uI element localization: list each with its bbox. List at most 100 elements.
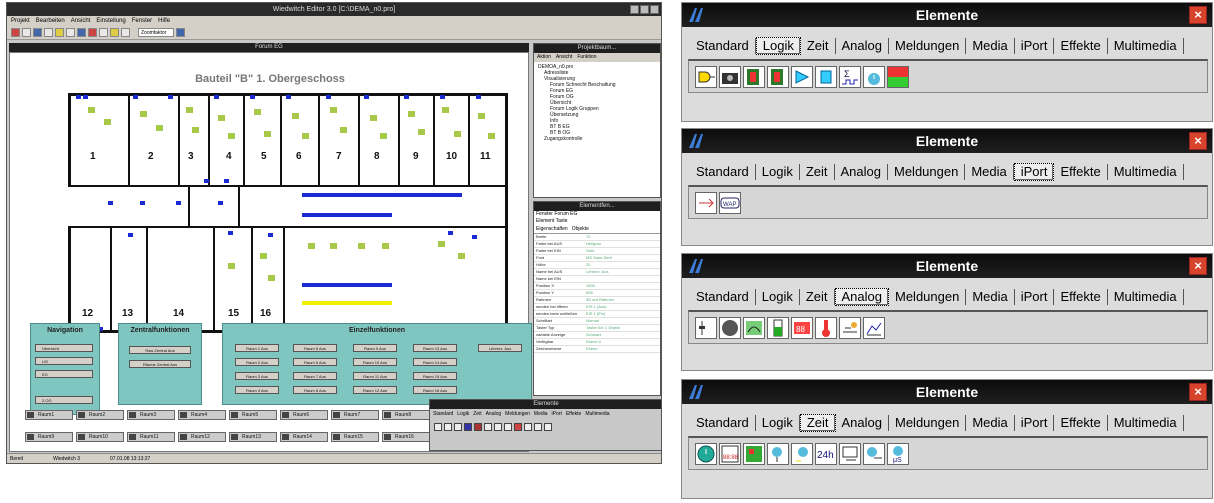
property-row[interactable]: Farbe bei EIN Gelb bbox=[534, 248, 660, 255]
einzel-button[interactable]: Raum 13 Aus bbox=[413, 344, 457, 352]
property-row[interactable]: Name bei EIN bbox=[534, 276, 660, 283]
element-icon[interactable] bbox=[514, 423, 522, 431]
room-button[interactable]: Raum14 bbox=[280, 432, 328, 442]
mini-elements-titlebar[interactable]: Elemente bbox=[430, 400, 661, 409]
tab-analog[interactable]: Analog bbox=[836, 38, 889, 54]
graph-icon[interactable] bbox=[863, 316, 885, 339]
einzel-button[interactable]: Raum 6 Aus bbox=[293, 358, 337, 366]
property-value[interactable]: 70 bbox=[586, 234, 660, 240]
tab-multimedia[interactable]: Multimedia bbox=[1108, 289, 1184, 305]
tab-iport[interactable]: iPort bbox=[1015, 38, 1055, 54]
element-icon[interactable] bbox=[444, 423, 452, 431]
property-value[interactable]: 3D auf Rahmen bbox=[586, 297, 660, 303]
thermometer-icon[interactable] bbox=[815, 316, 837, 339]
24h-icon[interactable]: 24h bbox=[815, 442, 837, 465]
room-button[interactable]: Raum7 bbox=[331, 410, 379, 420]
zentral-button-2[interactable]: Räume Zentral Aus bbox=[129, 360, 191, 368]
close-icon[interactable]: × bbox=[1189, 257, 1207, 275]
calendar-clock-icon[interactable]: 88:88 bbox=[719, 442, 741, 465]
lehrerz-button[interactable]: Lehrerz. Aus bbox=[478, 344, 522, 352]
tab-zeit[interactable]: Zeit bbox=[800, 164, 835, 180]
property-value[interactable]: 1000 bbox=[586, 283, 660, 289]
palette-titlebar[interactable]: Elemente × bbox=[682, 254, 1212, 278]
einzel-button[interactable]: Raum 4 Aus bbox=[235, 386, 279, 394]
mini-tab[interactable]: Analog bbox=[486, 411, 502, 417]
grid-icon[interactable] bbox=[176, 28, 185, 37]
room-button[interactable]: Raum9 bbox=[25, 432, 73, 442]
room-button[interactable]: Raum8 bbox=[382, 410, 430, 420]
open-icon[interactable] bbox=[22, 28, 31, 37]
einzel-button[interactable]: Raum 16 Aus bbox=[413, 386, 457, 394]
einzel-button[interactable]: Raum 1 Aus bbox=[235, 344, 279, 352]
tab-zeit[interactable]: Zeit bbox=[800, 289, 835, 305]
timer-switch-icon[interactable] bbox=[767, 442, 789, 465]
camera-icon[interactable] bbox=[719, 65, 741, 88]
add-icon[interactable] bbox=[99, 28, 108, 37]
room-button[interactable]: Raum4 bbox=[178, 410, 226, 420]
room-button[interactable]: Raum15 bbox=[331, 432, 379, 442]
tab-analog[interactable]: Analog bbox=[836, 415, 889, 431]
tab-logik[interactable]: Logik bbox=[756, 164, 800, 180]
property-row[interactable]: variable Anzeige Schwarz bbox=[534, 332, 660, 339]
property-value[interactable]: Taster Ein 1 Objekt bbox=[586, 325, 660, 331]
close-icon[interactable]: × bbox=[1189, 132, 1207, 150]
save-icon[interactable] bbox=[33, 28, 42, 37]
clock-icon[interactable] bbox=[695, 442, 717, 465]
analog-slider-icon[interactable] bbox=[695, 316, 717, 339]
einzel-button[interactable]: Raum 7 Aus bbox=[293, 372, 337, 380]
property-value[interactable]: Gelb bbox=[586, 248, 660, 254]
tab-zeit[interactable]: Zeit bbox=[799, 414, 836, 432]
timer-icon[interactable] bbox=[863, 65, 885, 88]
cycle-icon[interactable] bbox=[863, 442, 885, 465]
property-row[interactable]: Breite 70 bbox=[534, 234, 660, 241]
element-icon[interactable] bbox=[484, 423, 492, 431]
property-row[interactable]: Verfügbar Ebene 0 bbox=[534, 339, 660, 346]
einzel-button[interactable]: Raum 5 Aus bbox=[293, 344, 337, 352]
tab-meldungen[interactable]: Meldungen bbox=[888, 164, 966, 180]
tab-iport[interactable]: iPort bbox=[1015, 415, 1055, 431]
timer-switch2-icon[interactable] bbox=[791, 442, 813, 465]
menu-fenster[interactable]: Fenster bbox=[132, 16, 152, 26]
tab-logik[interactable]: Logik bbox=[755, 37, 801, 55]
tab-standard[interactable]: Standard bbox=[690, 289, 756, 305]
palette-titlebar[interactable]: Elemente × bbox=[682, 3, 1212, 27]
project-menu-ansicht[interactable]: Ansicht bbox=[556, 53, 572, 62]
film-8-icon[interactable] bbox=[767, 65, 789, 88]
tab-multimedia[interactable]: Multimedia bbox=[1108, 38, 1184, 54]
and-gate-icon[interactable] bbox=[791, 65, 813, 88]
room-button[interactable]: Raum3 bbox=[127, 410, 175, 420]
property-row[interactable]: Position Y 508 bbox=[534, 290, 660, 297]
visualization-canvas[interactable]: Bauteil "B" 1. Obergeschoss 1 2 3 4 5 6 … bbox=[9, 52, 532, 452]
property-value[interactable]: Lehrerz. Aus bbox=[586, 269, 660, 275]
tab-media[interactable]: Media bbox=[965, 164, 1014, 180]
tab-standard[interactable]: Standard bbox=[690, 38, 756, 54]
element-icon[interactable] bbox=[464, 423, 472, 431]
property-row[interactable]: Position X 1000 bbox=[534, 283, 660, 290]
paste-icon[interactable] bbox=[77, 28, 86, 37]
red-green-icon[interactable] bbox=[887, 65, 909, 88]
element-icon[interactable] bbox=[524, 423, 532, 431]
circle-icon[interactable] bbox=[719, 316, 741, 339]
mini-tab[interactable]: Meldungen bbox=[505, 411, 530, 417]
value-input-icon[interactable] bbox=[839, 316, 861, 339]
tab-meldungen[interactable]: Meldungen bbox=[889, 289, 967, 305]
tab-multimedia[interactable]: Multimedia bbox=[1108, 415, 1184, 431]
property-value[interactable]: 508 bbox=[586, 290, 660, 296]
room-button[interactable]: Raum2 bbox=[76, 410, 124, 420]
property-row[interactable]: senden beim schließen EIS 1 (Ein) bbox=[534, 311, 660, 318]
nav-eg-button[interactable]: EG bbox=[35, 370, 93, 378]
property-row[interactable]: Schriftart Normal bbox=[534, 318, 660, 325]
einzel-button[interactable]: Raum 2 Aus bbox=[235, 358, 279, 366]
property-value[interactable]: EIS 1 (Aus) bbox=[586, 304, 660, 310]
einzel-button[interactable]: Raum 11 Aus bbox=[353, 372, 397, 380]
delete-icon[interactable] bbox=[88, 28, 97, 37]
room-button[interactable]: Raum10 bbox=[76, 432, 124, 442]
redo-icon[interactable] bbox=[121, 28, 130, 37]
room-button[interactable]: Raum16 bbox=[382, 432, 430, 442]
palette-titlebar[interactable]: Elemente × bbox=[682, 380, 1212, 404]
nav-2og-button[interactable]: 2.OG bbox=[35, 396, 93, 404]
project-titlebar[interactable]: Projektbaum... bbox=[534, 44, 660, 53]
tab-effekte[interactable]: Effekte bbox=[1054, 289, 1108, 305]
close-icon[interactable]: × bbox=[1189, 6, 1207, 24]
copy-icon[interactable] bbox=[66, 28, 75, 37]
